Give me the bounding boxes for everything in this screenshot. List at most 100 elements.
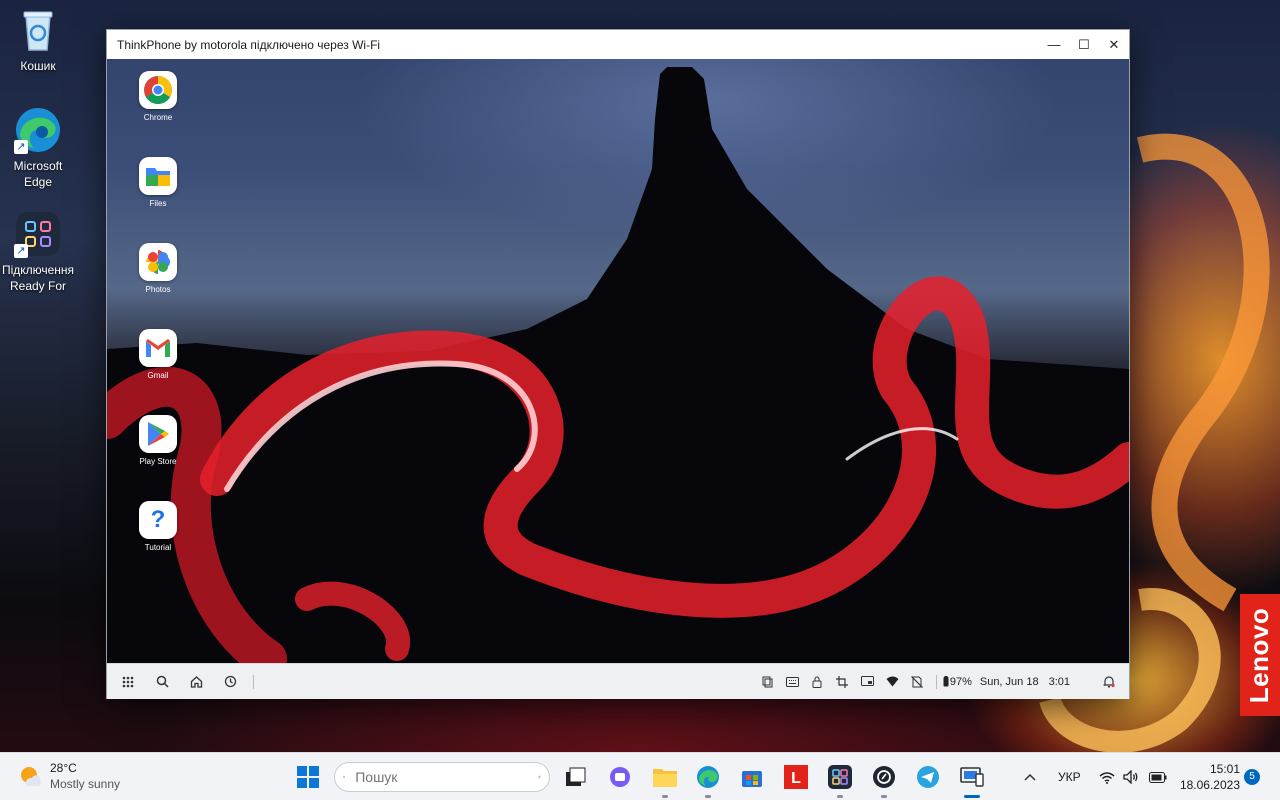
volume-icon[interactable]	[1122, 770, 1139, 784]
pen-circle-icon	[873, 766, 895, 788]
minimize-button[interactable]: —	[1039, 30, 1069, 59]
screenshot-button[interactable]	[830, 664, 855, 699]
window-titlebar[interactable]: ThinkPhone by motorola підключено через …	[107, 30, 1129, 59]
edge-icon: ↗	[14, 106, 62, 154]
phone-notifications-button[interactable]	[1096, 664, 1121, 699]
running-indicator	[881, 795, 887, 798]
shortcut-arrow-icon: ↗	[14, 140, 28, 154]
taskbar-phone-mirror[interactable]	[956, 761, 988, 798]
no-sim-icon	[911, 675, 924, 688]
input-language[interactable]: УКР	[1058, 770, 1081, 784]
partly-sunny-icon	[21, 767, 41, 786]
start-button[interactable]	[292, 761, 324, 793]
wifi-status[interactable]	[880, 664, 905, 699]
wifi-icon[interactable]	[1099, 771, 1115, 784]
ready-for-icon: ↗	[14, 210, 62, 258]
search-icon	[343, 775, 346, 779]
bell-icon	[1103, 676, 1115, 688]
copy-icon	[762, 676, 773, 687]
files-icon	[139, 157, 177, 195]
photos-icon	[139, 243, 177, 281]
taskbar-search[interactable]: b	[334, 762, 550, 792]
taskbar-telegram[interactable]	[912, 761, 944, 793]
phone-home-button[interactable]	[179, 664, 213, 699]
divider	[935, 674, 937, 689]
search-icon	[156, 675, 169, 688]
taskbar-lenovo-app[interactable]: L	[780, 761, 812, 793]
svg-text:b: b	[539, 777, 540, 779]
running-indicator	[705, 795, 711, 798]
battery-icon[interactable]	[1148, 771, 1167, 783]
desktop-icon-microsoft-edge[interactable]: ↗ Microsoft Edge	[0, 106, 76, 190]
taskbar-pen-app[interactable]	[868, 761, 900, 798]
app-label: Files	[149, 199, 167, 208]
app-gmail[interactable]: Gmail	[134, 329, 182, 380]
mobile-data-status[interactable]	[905, 664, 930, 699]
app-label: Photos	[145, 285, 171, 294]
taskbar-clock[interactable]: 15:01 18.06.2023	[1176, 761, 1240, 793]
app-label: Tutorial	[144, 543, 172, 552]
active-indicator	[964, 795, 980, 798]
cast-button[interactable]	[855, 664, 880, 699]
taskbar-ready-for[interactable]	[824, 761, 856, 798]
bing-icon: b	[538, 775, 541, 779]
app-drawer-button[interactable]	[111, 664, 145, 699]
desktop-icon-recycle-bin[interactable]: Кошик	[0, 6, 76, 74]
app-label: Gmail	[147, 371, 169, 380]
weather-widget[interactable]: 28°C Mostly sunny	[18, 760, 120, 792]
running-indicator	[837, 795, 843, 798]
svg-text:L: L	[791, 770, 801, 787]
app-photos[interactable]: Photos	[134, 243, 182, 294]
keyboard-icon	[785, 676, 799, 687]
phone-status-area: 97% Sun, Jun 18 3:01	[755, 664, 1129, 699]
phone-mirror-window[interactable]: ThinkPhone by motorola підключено через …	[106, 29, 1130, 699]
wifi-icon	[886, 676, 899, 687]
close-button[interactable]: ✕	[1099, 30, 1129, 59]
search-input[interactable]	[353, 768, 539, 786]
taskbar-edge[interactable]	[692, 761, 724, 798]
taskbar-microsoft-store[interactable]	[736, 761, 768, 793]
app-play-store[interactable]: Play Store	[134, 415, 182, 466]
crop-icon	[836, 675, 849, 688]
clock-date: 18.06.2023	[1179, 778, 1240, 792]
clock-time: 15:01	[1209, 762, 1240, 776]
taskbar-chat[interactable]	[604, 761, 636, 793]
telegram-icon	[917, 766, 939, 788]
app-files[interactable]: Files	[134, 157, 182, 208]
chat-icon	[610, 767, 630, 787]
phone-screen[interactable]: Chrome Files Photos Gmail Play Store ? T…	[107, 59, 1129, 663]
phone-date: Sun, Jun 18	[979, 675, 1039, 688]
maximize-button[interactable]: ☐	[1069, 30, 1099, 59]
tutorial-icon: ?	[139, 501, 177, 539]
taskbar-task-view[interactable]	[560, 761, 592, 793]
desktop-icon-label: Кошик	[20, 59, 56, 73]
taskbar-file-explorer[interactable]	[649, 761, 681, 798]
lock-button[interactable]	[805, 664, 830, 699]
task-view-icon	[566, 767, 586, 786]
windows-taskbar: 28°C Mostly sunny b	[0, 752, 1280, 800]
phone-search-button[interactable]	[145, 664, 179, 699]
copy-button[interactable]	[755, 664, 780, 699]
system-tray: УКР	[1018, 753, 1167, 800]
clock-icon	[224, 675, 236, 688]
phone-taskbar: 97% Sun, Jun 18 3:01	[107, 663, 1129, 699]
keyboard-button[interactable]	[780, 664, 805, 699]
chevron-up-icon	[1024, 773, 1036, 781]
gmail-icon	[139, 329, 177, 367]
weather-temperature: 28°C	[50, 761, 77, 775]
phone-recents-button[interactable]	[213, 664, 247, 699]
recycle-bin-icon	[14, 6, 62, 54]
notification-badge[interactable]: 5	[1244, 769, 1260, 785]
ready-for-icon	[828, 765, 852, 789]
phone-wallpaper	[107, 67, 1129, 663]
app-chrome[interactable]: Chrome	[134, 71, 182, 122]
app-label: Chrome	[143, 113, 173, 122]
divider	[253, 674, 254, 689]
edge-icon	[697, 766, 719, 788]
cast-icon	[860, 676, 874, 686]
lenovo-logo: Lenovo	[1240, 594, 1280, 716]
lenovo-logo-text: Lenovo	[1244, 607, 1275, 703]
app-tutorial[interactable]: ? Tutorial	[134, 501, 182, 552]
show-hidden-icons-button[interactable]	[1018, 773, 1042, 781]
desktop-icon-ready-for[interactable]: ↗ Підключення Ready For	[0, 210, 76, 294]
